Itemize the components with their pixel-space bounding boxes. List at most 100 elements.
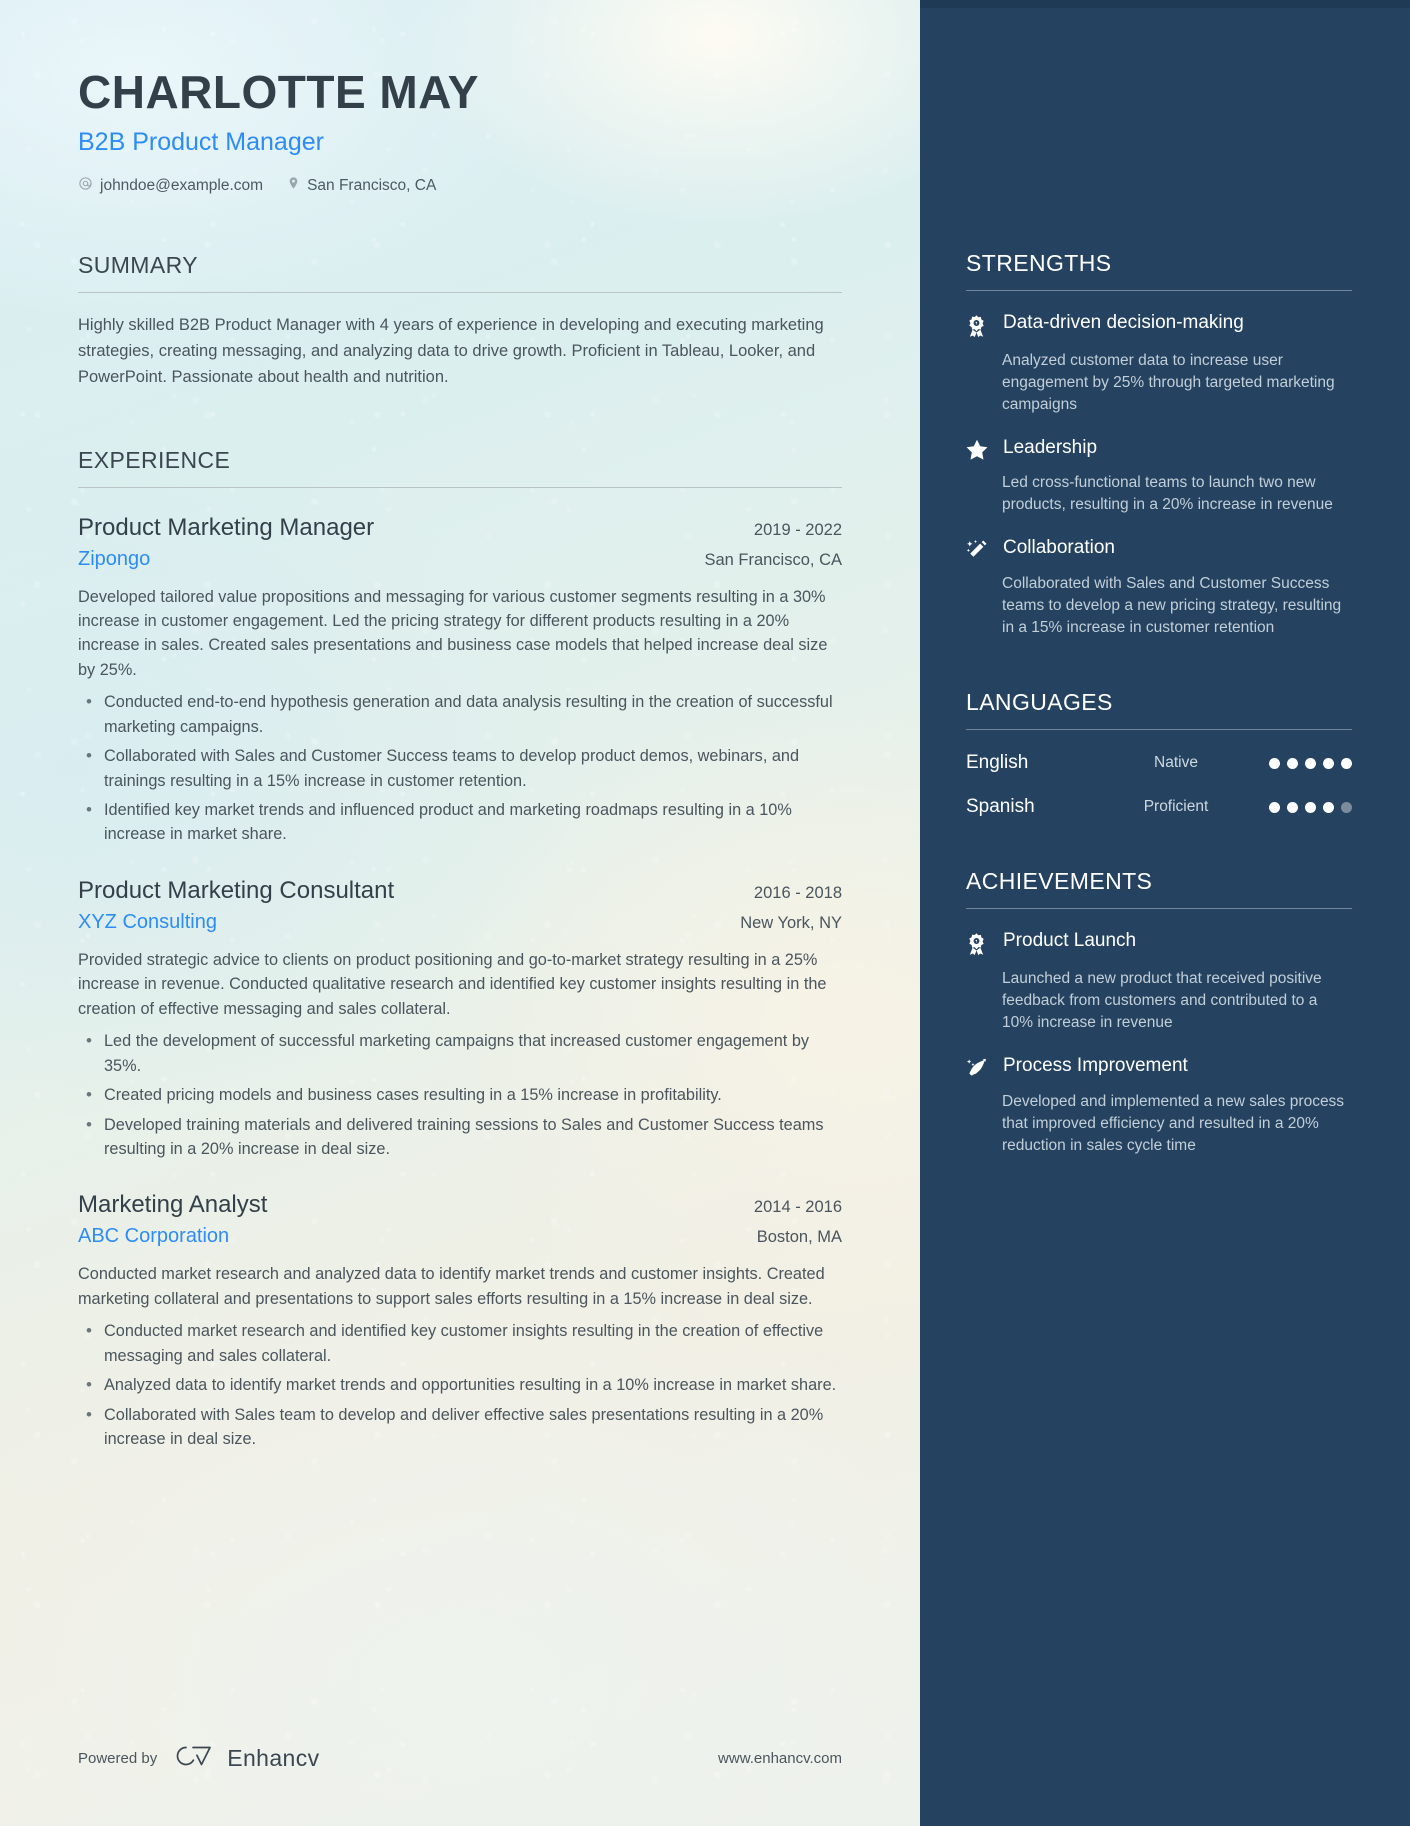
- experience-location: San Francisco, CA: [704, 550, 842, 569]
- award-ribbon-icon: [966, 929, 990, 961]
- language-rating-dots: [1256, 801, 1352, 813]
- experience-role: Product Marketing Consultant: [78, 876, 395, 904]
- list-item: Created pricing models and business case…: [78, 1082, 842, 1108]
- experience-company[interactable]: XYZ Consulting: [78, 911, 217, 934]
- contact-row: johndoe@example.com San Francisco, CA: [78, 175, 842, 196]
- experience-location: New York, NY: [740, 913, 842, 932]
- contact-location-text: San Francisco, CA: [307, 176, 437, 194]
- achievement-name: Product Launch: [1003, 930, 1137, 951]
- experience-description: Provided strategic advice to clients on …: [78, 950, 827, 1018]
- rating-dot: [1305, 801, 1316, 813]
- award-ribbon-icon: [966, 311, 990, 343]
- experience-header: Marketing Analyst 2014 - 2016: [78, 1191, 842, 1219]
- language-name: Spanish: [966, 796, 1035, 817]
- strength-body: Collaboration: [1003, 536, 1352, 566]
- contact-email-text: johndoe@example.com: [100, 176, 264, 194]
- footer-url[interactable]: www.enhancv.com: [718, 1750, 842, 1767]
- experience-location: Boston, MA: [756, 1228, 842, 1247]
- brand-name: Enhancv: [227, 1745, 320, 1771]
- summary-text: Highly skilled B2B Product Manager with …: [78, 316, 824, 386]
- achievement-name: Process Improvement: [1003, 1055, 1188, 1076]
- experience-header: Product Marketing Manager 2019 - 2022: [78, 514, 842, 542]
- section-title-experience: EXPERIENCE: [78, 446, 231, 473]
- achievement-description: Developed and implemented a new sales pr…: [1002, 1093, 1345, 1154]
- strength-item: Leadership: [966, 436, 1352, 465]
- section-title-languages: LANGUAGES: [966, 689, 1113, 715]
- magic-wand-icon: [966, 536, 990, 566]
- list-item: Conducted market research and identified…: [78, 1318, 842, 1368]
- strength-body: Data-driven decision-making: [1003, 311, 1352, 343]
- list-item: Led the development of successful market…: [78, 1028, 842, 1078]
- footer-brand-group: Powered by Enhancv: [78, 1743, 320, 1774]
- achievement-description: Launched a new product that received pos…: [1002, 970, 1322, 1031]
- star-icon: [966, 436, 990, 465]
- enhancv-brand[interactable]: Enhancv: [173, 1743, 319, 1774]
- experience-company[interactable]: Zipongo: [78, 548, 150, 571]
- section-divider: [966, 729, 1352, 730]
- section-title-achievements: ACHIEVEMENTS: [966, 868, 1153, 894]
- powered-by-label: Powered by: [78, 1750, 158, 1767]
- language-name: English: [966, 752, 1029, 773]
- strength-body: Leadership: [1003, 436, 1352, 465]
- achievement-body: Process Improvement: [1003, 1054, 1352, 1084]
- section-divider: [78, 292, 842, 294]
- strength-name: Leadership: [1003, 437, 1098, 458]
- experience-subheader: ABC Corporation Boston, MA: [78, 1225, 842, 1248]
- experience-description: Developed tailored value propositions an…: [78, 587, 828, 679]
- rating-dot: [1287, 757, 1298, 769]
- list-item: Conducted end-to-end hypothesis generati…: [78, 689, 842, 739]
- language-level: Proficient: [1143, 798, 1209, 815]
- language-row: English Native: [966, 752, 1352, 774]
- experience-subheader: Zipongo San Francisco, CA: [78, 548, 842, 571]
- experience-date: 2014 - 2016: [753, 1198, 842, 1217]
- contact-location: San Francisco, CA: [287, 175, 436, 196]
- rating-dot-empty: [1341, 801, 1352, 813]
- language-level: Native: [1154, 754, 1198, 771]
- experience-bullets: Conducted market research and identified…: [78, 1318, 842, 1452]
- resume-page: CHARLOTTE MAY B2B Product Manager johndo…: [0, 0, 1410, 1826]
- section-divider: [966, 908, 1352, 909]
- experience-bullets: Conducted end-to-end hypothesis generati…: [78, 689, 842, 847]
- rating-dot: [1269, 801, 1280, 813]
- section-title-summary: SUMMARY: [78, 252, 198, 279]
- experience-role: Marketing Analyst: [78, 1191, 268, 1219]
- rating-dot: [1287, 801, 1298, 813]
- language-row: Spanish Proficient: [966, 796, 1352, 818]
- strength-name: Collaboration: [1003, 537, 1115, 558]
- page-title: CHARLOTTE MAY: [78, 66, 479, 118]
- experience-date: 2016 - 2018: [753, 883, 842, 902]
- list-item: Collaborated with Sales and Customer Suc…: [78, 743, 842, 793]
- experience-entry: Product Marketing Manager 2019 - 2022 Zi…: [78, 514, 842, 847]
- list-item: Analyzed data to identify market trends …: [78, 1372, 842, 1398]
- trending-up-icon: [966, 1054, 990, 1084]
- experience-role: Product Marketing Manager: [78, 513, 375, 541]
- section-divider: [966, 290, 1352, 291]
- contact-email[interactable]: johndoe@example.com: [78, 176, 263, 196]
- experience-subheader: XYZ Consulting New York, NY: [78, 911, 842, 934]
- job-title: B2B Product Manager: [78, 128, 324, 157]
- rating-dot: [1269, 757, 1280, 769]
- experience-bullets: Led the development of successful market…: [78, 1028, 842, 1161]
- resume-main-column: CHARLOTTE MAY B2B Product Manager johndo…: [0, 0, 920, 1826]
- map-pin-icon: [287, 175, 300, 196]
- list-item: Collaborated with Sales team to develop …: [78, 1402, 842, 1452]
- rating-dot: [1323, 757, 1334, 769]
- language-rating-dots: [1256, 757, 1352, 769]
- experience-description: Conducted market research and analyzed d…: [78, 1265, 825, 1308]
- section-title-strengths: STRENGTHS: [966, 250, 1112, 276]
- at-sign-icon: [78, 176, 93, 196]
- experience-header: Product Marketing Consultant 2016 - 2018: [78, 877, 842, 905]
- achievement-body: Product Launch: [1003, 929, 1352, 961]
- rating-dot: [1305, 757, 1316, 769]
- strength-name: Data-driven decision-making: [1003, 312, 1244, 333]
- strength-item: Collaboration: [966, 536, 1352, 566]
- strength-description: Analyzed customer data to increase user …: [1002, 352, 1335, 413]
- sidebar-top-accent: [920, 0, 1410, 8]
- strength-description: Collaborated with Sales and Customer Suc…: [1002, 575, 1342, 636]
- list-item: Identified key market trends and influen…: [78, 797, 842, 847]
- experience-entry: Marketing Analyst 2014 - 2016 ABC Corpor…: [78, 1191, 842, 1451]
- strength-description: Led cross-functional teams to launch two…: [1002, 474, 1333, 513]
- enhancv-logo-icon: [173, 1743, 217, 1774]
- page-footer: Powered by Enhancv www.enhancv.com: [78, 1743, 842, 1774]
- experience-company[interactable]: ABC Corporation: [78, 1225, 229, 1248]
